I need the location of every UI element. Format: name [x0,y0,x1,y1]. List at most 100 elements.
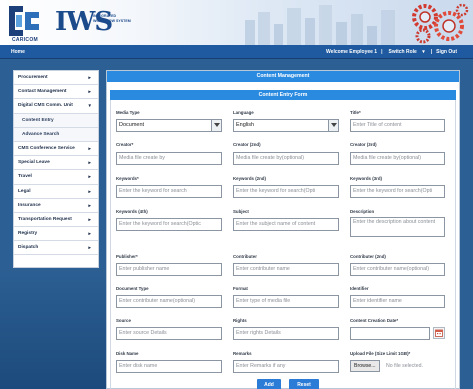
calendar-icon[interactable] [433,327,445,339]
source-input[interactable]: Enter source Details [116,327,222,340]
sidebar-item-label: Transportation Request [18,216,72,222]
publisher-input[interactable]: Enter publisher name [116,263,222,276]
sidebar-item-cms-conference[interactable]: CMS Conference Service ► [14,142,98,157]
media-type-label: Media Type [116,110,140,115]
keywords4-input[interactable]: Enter the keyword for search(Optic [116,218,222,231]
sidebar-item-label: Special Leave [18,160,50,166]
keywords2-label: Keywords (2nd) [233,176,266,181]
chevron-down-icon: ▼ [87,103,92,109]
chevron-right-icon: ► [87,245,92,251]
media-type-value: Document [119,122,145,128]
format-input[interactable]: Enter type of media file [233,295,339,308]
sidebar-item-registry[interactable]: Registry ► [14,227,98,242]
title-label: Title* [350,110,361,115]
creator2-input[interactable]: Media file create by(optional) [233,152,339,165]
switch-role-label: Switch Role [388,49,417,55]
sidebar-item-transportation[interactable]: Transportation Request ► [14,213,98,228]
contributer-label: Contributer [233,254,257,259]
contributer2-input[interactable]: Enter contributer name(optional) [350,263,445,276]
keywords2-input[interactable]: Enter the keyword for search(Opti [233,185,339,198]
nav-user-menu: Welcome Employee 1 | Switch Role ▾ | Sign Ou… [324,47,459,57]
format-label: Format [233,286,248,291]
sidebar-menu: Procurement ► Contact Management ► Digital… [13,70,99,268]
disk-name-input[interactable]: Enter disk name [116,360,222,373]
keywords3-input[interactable]: Enter the keyword for search(Opti [350,185,445,198]
language-value: English [236,122,255,128]
chevron-down-icon [211,120,221,131]
chevron-right-icon: ► [87,75,92,80]
sidebar-item-contact-management[interactable]: Contact Management ► [14,85,98,100]
sidebar-item-label: Registry [18,231,38,237]
sidebar-item-label: Advance Search [22,131,60,137]
gears-icon [412,3,469,44]
creator-input[interactable]: Media file create by [116,152,222,165]
file-status: No file selected. [386,363,423,369]
chevron-right-icon: ► [87,188,92,194]
keywords4-label: Keywords (4th) [116,209,148,214]
content-management-panel: Content Management Content Entry Form Me… [106,70,460,389]
identifier-label: Identifier [350,286,369,291]
welcome-text: Welcome Employee 1 [326,49,378,55]
chevron-down-icon [328,120,338,131]
subject-label: Subject [233,209,249,214]
sidebar-item-insurance[interactable]: Insurance ► [14,199,98,213]
sidebar-item-label: Travel [18,174,32,180]
sidebar-item-label: Content Entry [22,117,54,123]
disk-name-label: Disk Name [116,351,139,356]
sidebar-item-travel[interactable]: Travel ► [14,170,98,185]
background-panel [0,268,106,389]
app-header: CARICOM IWS INTEGRATED WORKFLOW SYSTEM [0,0,473,45]
title-input[interactable]: Enter Title of content [350,119,445,132]
sidebar-item-label: Insurance [18,202,41,208]
chevron-right-icon: ► [87,145,92,151]
browse-button[interactable]: Browse... [350,360,380,372]
document-type-label: Document Type [116,286,149,291]
form-title: Content Entry Form [110,90,456,100]
nav-home-link[interactable]: Home [11,47,25,57]
creator3-input[interactable]: Media file create by(optional) [350,152,445,165]
sidebar-item-special-leave[interactable]: Special Leave ► [14,156,98,171]
sidebar-subitem-content-entry[interactable]: Content Entry [14,113,98,128]
remarks-input[interactable]: Enter Remarks if any [233,360,339,373]
media-type-select[interactable]: Document [116,119,222,132]
panel-title: Content Management [107,71,459,82]
contributer-input[interactable]: Enter contributer name [233,263,339,276]
sidebar-item-digital-cms[interactable]: Digital CMS Comm. Unit ▼ [14,99,98,114]
remarks-label: Remarks [233,351,252,356]
contributer2-label: Contributer (2nd) [350,254,386,259]
subject-input[interactable]: Enter the subject name of content [233,218,339,231]
sidebar-subitem-advance-search[interactable]: Advance Search [14,127,98,142]
sidebar-item-label: Digital CMS Comm. Unit [18,103,73,109]
sidebar-item-procurement[interactable]: Procurement ► [14,71,98,86]
sidebar-item-dispatch[interactable]: Dispatch ► [14,241,98,256]
reset-button[interactable]: Reset [289,379,319,389]
creator3-label: Creator (3rd) [350,142,377,147]
description-label: Description [350,209,375,214]
publisher-label: Publisher* [116,254,138,259]
city-skyline-decoration [245,5,395,45]
chevron-down-icon: ▾ [422,49,425,55]
rights-input[interactable]: Enter rights Details [233,327,339,340]
description-textarea[interactable]: Enter the description about content [350,217,445,237]
creator-label: Creator* [116,142,134,147]
keywords-input[interactable]: Enter the keyword for search [116,185,222,198]
sidebar-item-label: Procurement [18,75,48,80]
rights-label: Rights [233,318,247,323]
sign-out-link[interactable]: Sign Out [434,49,459,55]
creation-date-input[interactable] [350,327,430,340]
source-label: Source [116,318,131,323]
chevron-right-icon: ► [87,89,92,95]
document-type-input[interactable]: Enter contributer name(optional) [116,295,222,308]
switch-role-link[interactable]: Switch Role ▾ [385,49,429,55]
identifier-input[interactable]: Enter identifier name [350,295,445,308]
sidebar-item-legal[interactable]: Legal ► [14,185,98,199]
top-navbar: Home Welcome Employee 1 | Switch Role ▾ | Si… [0,45,473,59]
sidebar-item-label: Contact Management [18,89,67,95]
add-button[interactable]: Add [257,379,281,389]
chevron-right-icon: ► [87,231,92,237]
sidebar-item-label: Legal [18,188,31,194]
content-entry-form: Media Type Document Language English Tit… [110,100,456,389]
nav-separator: | [381,49,383,55]
language-select[interactable]: English [233,119,339,132]
keywords3-label: Keywords (3rd) [350,176,382,181]
